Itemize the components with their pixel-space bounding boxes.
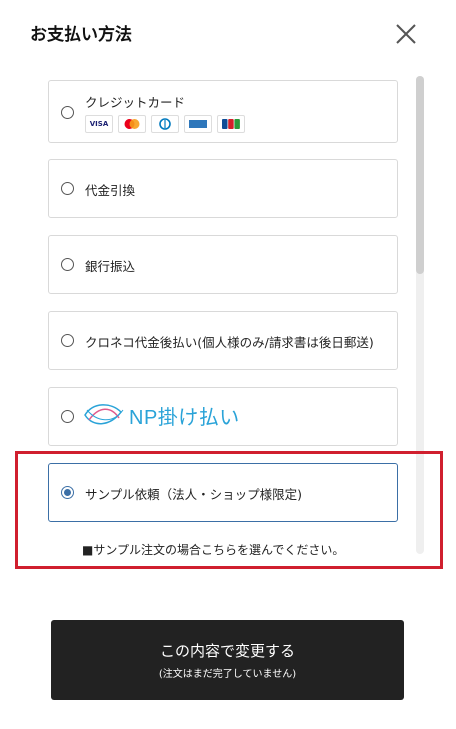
- radio-bank-transfer[interactable]: [61, 258, 74, 271]
- submit-button[interactable]: この内容で変更する (注文はまだ完了していません): [51, 620, 404, 700]
- mastercard-icon: [118, 115, 146, 133]
- option-label: 銀行振込: [85, 259, 136, 274]
- submit-sublabel: (注文はまだ完了していません): [158, 669, 297, 680]
- submit-label: この内容で変更する: [159, 642, 295, 660]
- amex-icon: [184, 115, 212, 133]
- radio-cash-on-delivery[interactable]: [61, 182, 74, 195]
- payment-option-np[interactable]: NP掛け払い: [48, 387, 398, 446]
- jcb-icon: [217, 115, 245, 133]
- diners-icon: [151, 115, 179, 133]
- payment-option-kuroneko-deferred[interactable]: クロネコ代金後払い(個人様のみ/請求書は後日郵送): [48, 311, 398, 370]
- close-icon[interactable]: [392, 20, 420, 48]
- payment-option-cash-on-delivery[interactable]: 代金引換: [48, 159, 398, 218]
- radio-credit-card[interactable]: [61, 106, 74, 119]
- card-brand-list: VISA: [85, 115, 245, 133]
- radio-np[interactable]: [61, 410, 74, 423]
- highlight-frame: [15, 451, 443, 569]
- modal-title: お支払い方法: [30, 25, 132, 45]
- payment-option-credit-card[interactable]: クレジットカード VISA: [48, 80, 398, 143]
- visa-icon: VISA: [85, 115, 113, 133]
- payment-option-bank-transfer[interactable]: 銀行振込: [48, 235, 398, 294]
- np-logo: NP掛け払い: [81, 396, 240, 434]
- option-label: クレジットカード: [85, 95, 186, 110]
- scrollbar-thumb[interactable]: [416, 76, 424, 274]
- option-label: 代金引換: [85, 183, 136, 198]
- radio-kuroneko-deferred[interactable]: [61, 334, 74, 347]
- np-logo-text: NP掛け払い: [129, 406, 240, 429]
- option-label: クロネコ代金後払い(個人様のみ/請求書は後日郵送): [85, 335, 374, 350]
